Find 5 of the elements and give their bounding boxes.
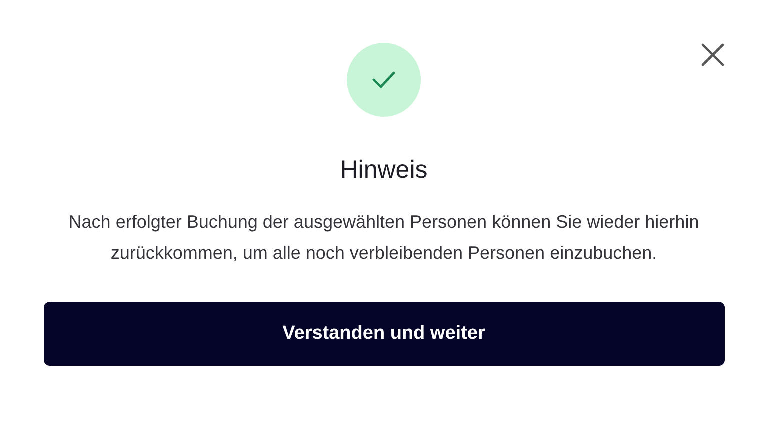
dialog-message: Nach erfolgter Buchung der ausgewählten Personen können Sie wieder hierhin zurückkommen, um alle noch verbleibenden Personen einzubuchen.	[68, 211, 700, 265]
close-icon	[701, 43, 725, 67]
dialog-title: Hinweis	[340, 155, 428, 185]
confirm-button[interactable]: Verstanden und weiter	[44, 302, 724, 366]
checkmark-icon	[372, 71, 396, 89]
